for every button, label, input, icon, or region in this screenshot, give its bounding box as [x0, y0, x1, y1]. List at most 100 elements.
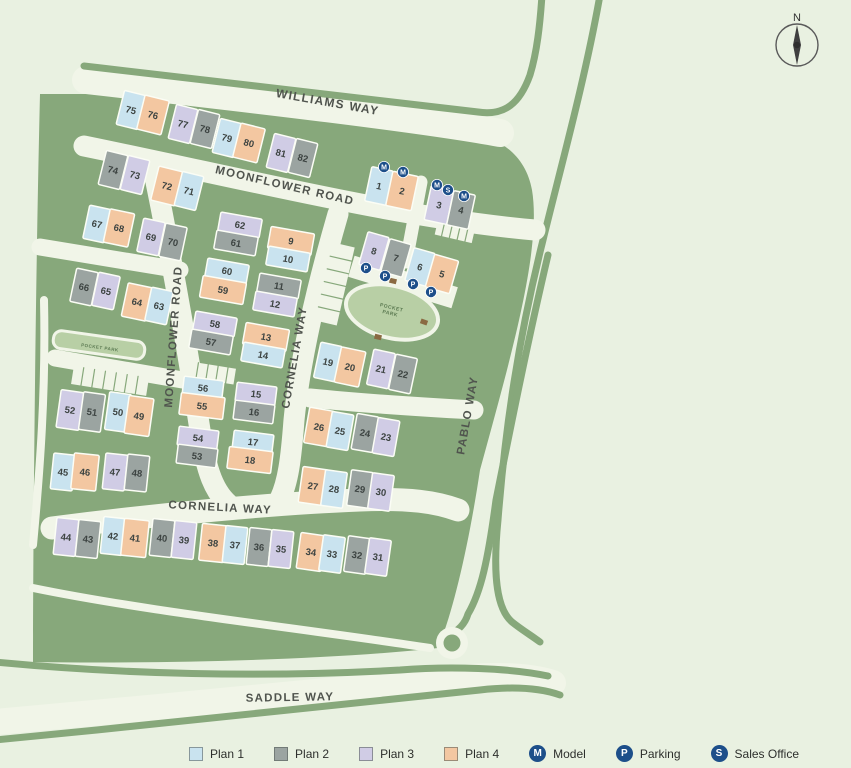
parking-badge: P [425, 286, 436, 297]
lot-41[interactable]: 41 [121, 518, 150, 557]
lot-number: 62 [234, 220, 246, 233]
model-badge: M [458, 190, 469, 201]
lot-number: 39 [178, 535, 190, 547]
lot-number: 12 [269, 299, 281, 312]
lot-18[interactable]: 18 [227, 446, 273, 473]
lot-number: 54 [192, 433, 205, 445]
parking-badge: P [360, 262, 371, 273]
parking-badge: P [379, 270, 390, 281]
model-badge: M [378, 161, 389, 172]
model-badge-letter: M [400, 170, 406, 177]
compass-north-label: N [793, 12, 801, 24]
lot-number: 59 [217, 285, 229, 298]
lot-number: 45 [57, 467, 69, 479]
legend-swatch-plan3 [359, 747, 373, 761]
lot-16[interactable]: 16 [233, 400, 275, 424]
legend-label: Model [553, 747, 586, 761]
lot-number: 40 [156, 533, 168, 545]
lot-number: 35 [275, 544, 287, 556]
legend-item-parking: P Parking [616, 745, 681, 762]
lot-number: 41 [129, 533, 141, 545]
lot-43[interactable]: 43 [75, 519, 101, 558]
lot-28[interactable]: 28 [321, 470, 348, 509]
legend-badge-m: M [529, 745, 546, 762]
model-badge-letter: M [381, 165, 387, 172]
legend-swatch-plan1 [189, 747, 203, 761]
model-badge-letter: M [461, 194, 467, 201]
site-map: 7576777879808182747372711234876567686970… [0, 0, 851, 768]
lot-37[interactable]: 37 [222, 525, 248, 564]
lot-number: 23 [380, 432, 392, 445]
lot-number: 32 [351, 550, 363, 562]
lot-number: 28 [328, 484, 340, 496]
lot-number: 67 [90, 218, 103, 231]
lot-number: 55 [196, 401, 209, 413]
legend-item-plan-2: Plan 2 [274, 747, 329, 761]
model-badge-letter: M [434, 183, 440, 190]
lot-number: 10 [282, 254, 294, 267]
model-badge: M [397, 166, 408, 177]
lot-number: 50 [112, 407, 124, 419]
lot-30[interactable]: 30 [368, 473, 395, 512]
lot-number: 70 [166, 236, 179, 249]
legend-label: Plan 3 [380, 747, 414, 761]
legend-item-model: M Model [529, 745, 586, 762]
lot-number: 57 [205, 337, 217, 350]
compass-hub [794, 42, 800, 48]
parking-badge: P [407, 278, 418, 289]
legend-swatch-plan4 [444, 747, 458, 761]
lot-number: 63 [152, 300, 165, 313]
lot-51[interactable]: 51 [78, 392, 105, 433]
legend-item-sales-office: S Sales Office [711, 745, 799, 762]
lot-number: 42 [107, 531, 119, 543]
lot-number: 52 [64, 405, 76, 417]
lot-46[interactable]: 46 [71, 453, 100, 491]
legend-item-plan-3: Plan 3 [359, 747, 414, 761]
lot-33[interactable]: 33 [319, 535, 346, 574]
lot-number: 26 [313, 422, 325, 435]
legend-label: Plan 1 [210, 747, 244, 761]
lot-31[interactable]: 31 [365, 538, 392, 577]
legend-label: Plan 2 [295, 747, 329, 761]
lot-number: 58 [209, 319, 221, 332]
lot-number: 36 [253, 542, 265, 554]
lot-55[interactable]: 55 [179, 392, 225, 419]
lot-number: 37 [229, 540, 241, 552]
street-label-saddle-way: SADDLE WAY [246, 691, 335, 705]
legend-badge-s: S [711, 745, 728, 762]
map-legend: Plan 1 Plan 2 Plan 3 Plan 4 M Model P Parking SS… [0, 745, 851, 762]
lot-number: 30 [375, 487, 387, 499]
lot-number: 43 [82, 534, 94, 546]
lot-35[interactable]: 35 [268, 529, 294, 568]
legend-swatch-plan2 [274, 747, 288, 761]
lot-53[interactable]: 53 [176, 444, 218, 468]
parking-badge-letter: P [383, 274, 388, 281]
lot-48[interactable]: 48 [124, 454, 150, 492]
lot-number: 38 [207, 538, 219, 550]
legend-badge-p: P [616, 745, 633, 762]
lot-number: 16 [248, 407, 260, 419]
lot-39[interactable]: 39 [171, 520, 197, 559]
site-map-canvas: 7576777879808182747372711234876567686970… [0, 0, 851, 768]
parking-badge-letter: P [364, 266, 369, 273]
lot-number: 66 [77, 281, 90, 294]
lot-number: 68 [112, 222, 125, 235]
lot-49[interactable]: 49 [124, 395, 154, 436]
legend-item-plan-1: Plan 1 [189, 747, 244, 761]
lot-number: 19 [321, 356, 334, 369]
compass: N [776, 12, 818, 66]
sales-office-badge-letter: S [446, 188, 451, 195]
parking-badge-letter: P [411, 282, 416, 289]
lot-number: 46 [79, 467, 91, 479]
legend-label: Plan 4 [465, 747, 499, 761]
parking-badge-letter: P [429, 290, 434, 297]
lot-number: 13 [260, 332, 272, 345]
lot-number: 56 [197, 383, 209, 395]
legend-label: Parking [640, 747, 681, 761]
model-badge: M [431, 179, 442, 190]
connector-road-east [310, 398, 474, 410]
legend-label: Sales Office [735, 747, 799, 761]
lot-number: 17 [247, 437, 259, 449]
lot-number: 60 [221, 266, 233, 279]
lot-number: 53 [191, 451, 203, 463]
